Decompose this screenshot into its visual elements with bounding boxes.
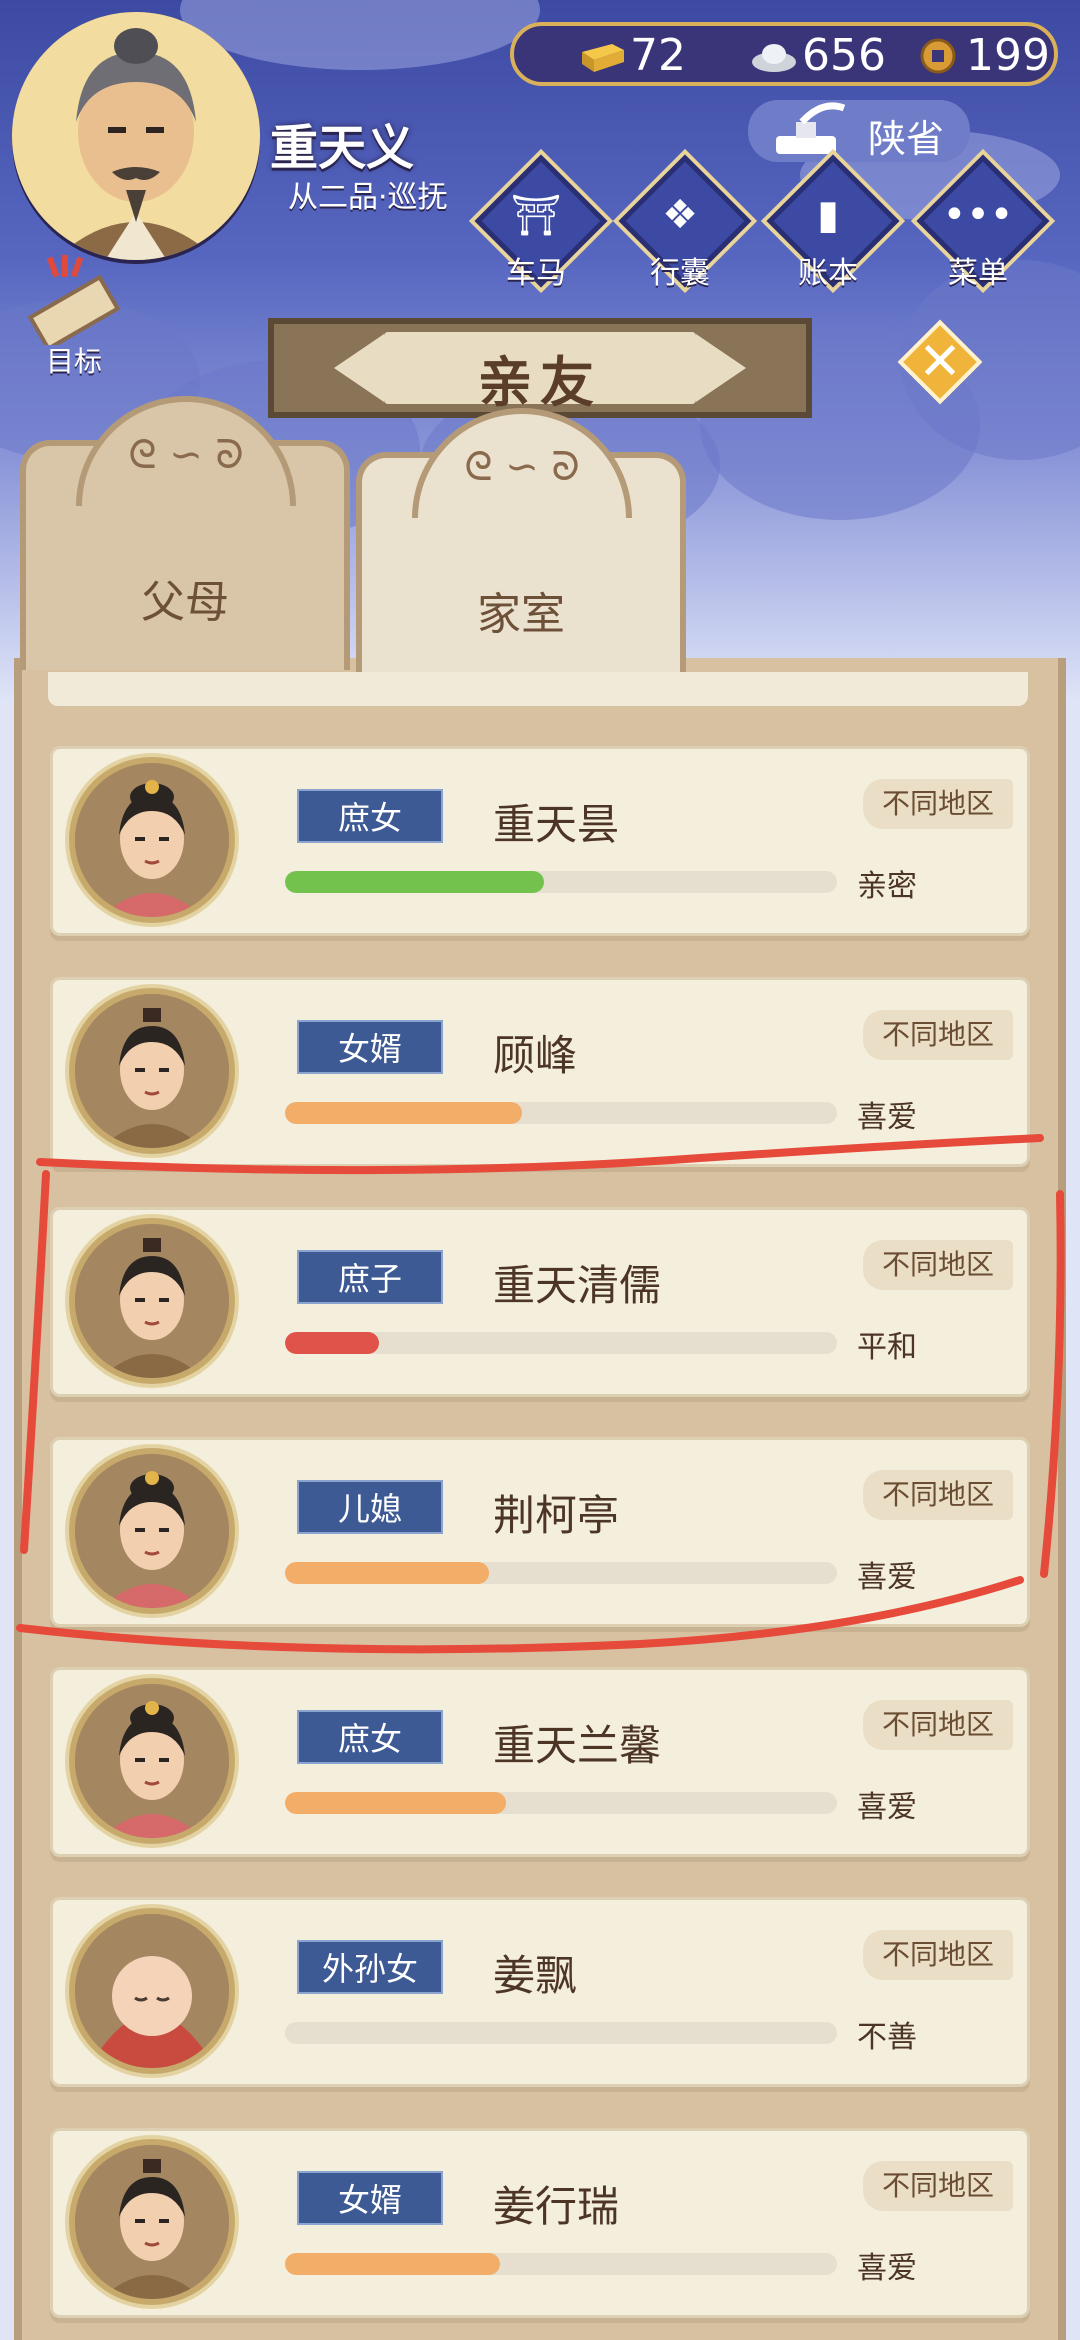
relative-card[interactable]: 外孙女 姜飘 不同地区不善 <box>50 1897 1030 2087</box>
affection-bar <box>285 2022 837 2044</box>
affection-bar <box>285 871 837 893</box>
silver-counter: 656 <box>750 30 886 81</box>
menu-button[interactable]: ••• 菜单 <box>916 154 1050 291</box>
player-portrait-icon <box>12 12 260 260</box>
relative-card[interactable]: 庶子 重天清儒 不同地区平和 <box>50 1207 1030 1397</box>
bundle-icon: ❖ <box>662 192 698 238</box>
relationship-role-badge: 庶女 <box>297 789 443 843</box>
affection-bar <box>285 1792 837 1814</box>
relationship-role-badge: 庶女 <box>297 1710 443 1764</box>
relationship-role-badge: 女婿 <box>297 1020 443 1074</box>
region-tag: 不同地区 <box>863 779 1013 829</box>
affection-bar-fill <box>285 1562 490 1584</box>
silver-ingot-icon <box>752 43 796 72</box>
affection-bar-fill <box>285 2253 501 2275</box>
affection-status: 喜爱 <box>857 1100 917 1135</box>
relative-card[interactable]: 女婿 顾峰 不同地区喜爱 <box>50 977 1030 1167</box>
affection-status: 亲密 <box>857 869 917 904</box>
character-name: 重天义 <box>270 120 415 176</box>
relative-name: 荆柯亭 <box>493 1491 620 1540</box>
ledger-icon: ▮ <box>816 192 839 238</box>
page-title: 亲友 <box>478 351 602 414</box>
goal-label: 目标 <box>46 345 103 378</box>
menu-label: 菜单 <box>948 256 1008 291</box>
swirl-icon: ᘓ ∽ ᘐ <box>128 432 244 478</box>
relative-name: 重天兰馨 <box>493 1721 662 1770</box>
relative-card[interactable]: 庶女 重天兰馨 不同地区喜爱 <box>50 1667 1030 1857</box>
close-button[interactable]: ✕ <box>897 319 983 405</box>
relationship-role-badge: 庶子 <box>297 1250 443 1304</box>
tab-parents-label: 父母 <box>141 577 229 628</box>
page-title-banner: 亲友 <box>268 318 812 418</box>
affection-bar-fill <box>285 1102 523 1124</box>
character-title: 从二品·巡抚 <box>288 180 448 215</box>
tab-family[interactable]: ᘓ ∽ ᘐ 家室 <box>356 408 686 672</box>
affection-bar <box>285 2253 837 2275</box>
affection-bar <box>285 1102 837 1124</box>
bundle-button[interactable]: ❖ 行囊 <box>618 154 752 291</box>
relationship-role-badge: 女婿 <box>297 2171 443 2225</box>
relative-portrait-icon[interactable] <box>75 1224 229 1378</box>
coin-value: 199 <box>966 30 1050 81</box>
gold-counter: 72 <box>578 30 686 81</box>
silver-value: 656 <box>802 30 886 81</box>
scroll-icon <box>27 255 121 352</box>
affection-bar-fill <box>285 871 545 893</box>
relative-name: 姜飘 <box>493 1951 578 2000</box>
swirl-icon: ᘓ ∽ ᘐ <box>464 444 580 490</box>
bundle-label: 行囊 <box>650 256 710 291</box>
relative-name: 姜行瑞 <box>493 2182 620 2231</box>
affection-bar <box>285 1562 837 1584</box>
affection-status: 喜爱 <box>857 1560 917 1595</box>
carriage-icon: ⛩ <box>510 193 562 239</box>
relative-portrait-icon[interactable] <box>75 1684 229 1838</box>
relative-portrait-icon[interactable] <box>75 763 229 917</box>
relative-name: 重天清儒 <box>493 1261 662 1310</box>
ledger-label: 账本 <box>798 256 858 291</box>
relative-portrait-icon[interactable] <box>75 994 229 1148</box>
affection-status: 喜爱 <box>857 1790 917 1825</box>
relative-name: 顾峰 <box>493 1031 578 1080</box>
region-tag: 不同地区 <box>863 1010 1013 1060</box>
gold-value: 72 <box>630 30 686 81</box>
seal-stamp-icon <box>776 102 846 154</box>
affection-bar-fill <box>285 1792 506 1814</box>
relative-card[interactable]: 庶女 重天昙 不同地区亲密 <box>50 746 1030 936</box>
player-avatar[interactable] <box>12 12 260 260</box>
tab-parents[interactable]: ᘓ ∽ ᘐ 父母 <box>20 396 350 670</box>
list-item-partial <box>48 672 1028 706</box>
affection-bar-fill <box>285 1332 379 1354</box>
tab-family-label: 家室 <box>477 589 565 640</box>
region-button[interactable]: 陕省 <box>748 100 970 162</box>
relative-portrait-icon[interactable] <box>75 1454 229 1608</box>
region-tag: 不同地区 <box>863 2161 1013 2211</box>
coin-counter: 199 <box>914 30 1050 81</box>
region-tag: 不同地区 <box>863 1240 1013 1290</box>
affection-bar <box>285 1332 837 1354</box>
more-icon: ••• <box>942 192 1014 238</box>
relative-portrait-icon[interactable] <box>75 1914 229 2068</box>
close-icon: ✕ <box>918 332 962 392</box>
copper-coin-icon <box>920 38 956 73</box>
region-tag: 不同地区 <box>863 1930 1013 1980</box>
relative-card[interactable]: 儿媳 荆柯亭 不同地区喜爱 <box>50 1437 1030 1627</box>
region-label: 陕省 <box>868 117 945 161</box>
gold-ingot-icon <box>582 43 624 72</box>
affection-status: 平和 <box>857 1330 917 1365</box>
relative-name: 重天昙 <box>493 800 620 849</box>
goal-button[interactable]: 目标 <box>14 255 124 378</box>
relative-portrait-icon[interactable] <box>75 2145 229 2299</box>
relative-card[interactable]: 女婿 姜行瑞 不同地区喜爱 <box>50 2128 1030 2318</box>
relationship-role-badge: 儿媳 <box>297 1480 443 1534</box>
ledger-button[interactable]: ▮ 账本 <box>766 154 900 291</box>
affection-status: 不善 <box>857 2020 917 2055</box>
affection-status: 喜爱 <box>857 2251 917 2286</box>
region-tag: 不同地区 <box>863 1470 1013 1520</box>
relationship-role-badge: 外孙女 <box>297 1940 443 1994</box>
currency-bar: 72 656 199 <box>510 22 1058 86</box>
region-tag: 不同地区 <box>863 1700 1013 1750</box>
carriage-button[interactable]: ⛩ 车马 <box>474 154 608 291</box>
carriage-label: 车马 <box>506 256 566 291</box>
